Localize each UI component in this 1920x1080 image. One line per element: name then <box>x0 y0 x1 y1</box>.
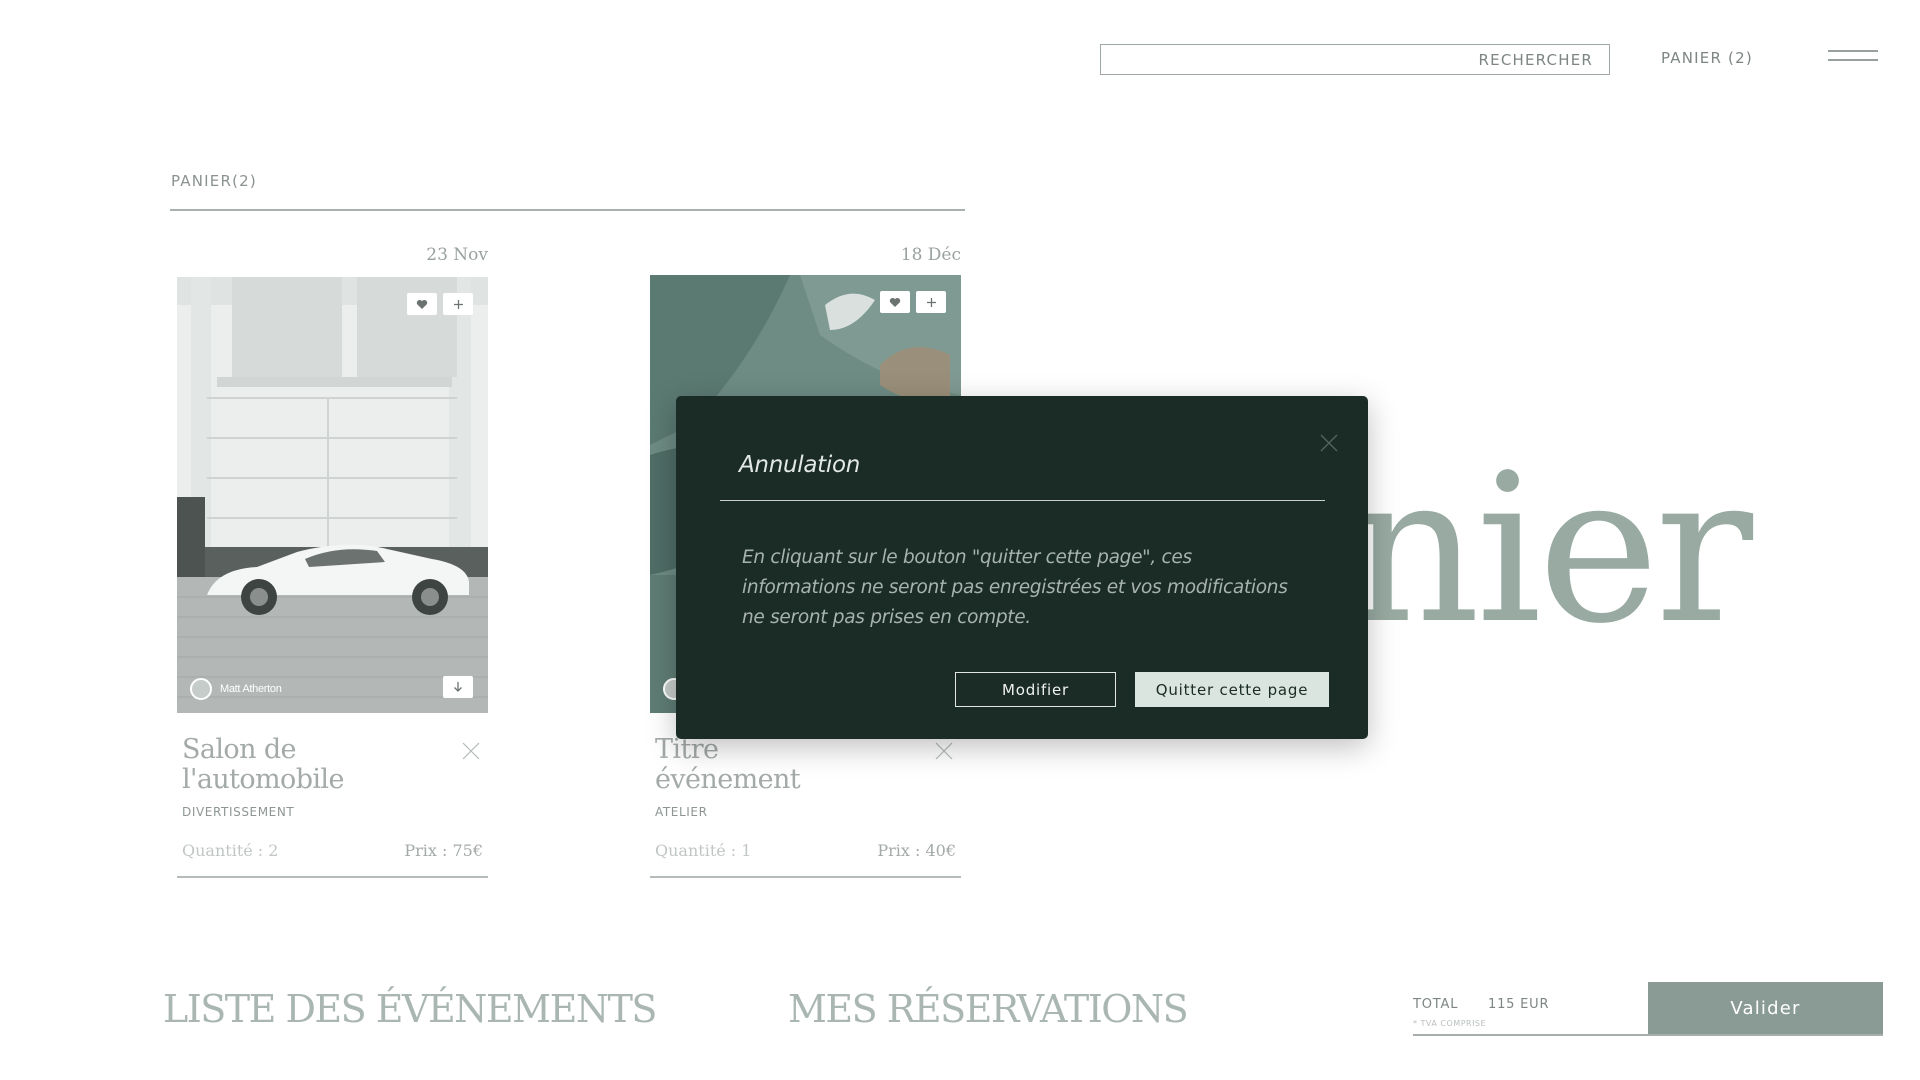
event-date: 23 Nov <box>426 245 488 265</box>
validate-button[interactable]: Valider <box>1648 982 1883 1034</box>
dialog-message: En cliquant sur le bouton "quitter cette… <box>742 547 1288 628</box>
white-sports-car-photo <box>177 277 488 713</box>
remove-item-icon[interactable] <box>935 742 953 765</box>
close-icon[interactable] <box>1320 434 1338 457</box>
event-category: DIVERTISSEMENT <box>182 805 295 819</box>
nav-events-link[interactable]: LISTE DES ÉVÉNEMENTS <box>163 987 657 1031</box>
dialog-title: Annulation <box>739 452 861 478</box>
event-price: Prix : 75€ <box>404 841 483 860</box>
image-actions <box>880 291 946 313</box>
remove-item-icon[interactable] <box>462 742 480 765</box>
modify-button[interactable]: Modifier <box>955 672 1116 707</box>
heart-icon[interactable] <box>880 291 910 313</box>
event-title-line1: Titre <box>655 734 719 765</box>
photo-credit-name: Matt Atherton <box>220 683 282 695</box>
quit-page-button[interactable]: Quitter cette page <box>1135 672 1329 707</box>
download-icon[interactable] <box>443 676 473 698</box>
event-quantity: Quantité : 1 <box>655 841 752 860</box>
dialog-divider <box>720 500 1325 501</box>
total-box: TOTAL 115 EUR * TVA COMPRISE <box>1413 982 1653 1034</box>
cancel-dialog: Annulation En cliquant sur le bouton "qu… <box>676 396 1368 739</box>
event-quantity: Quantité : 2 <box>182 841 279 860</box>
photo-credit: Matt Atherton <box>190 678 282 700</box>
tax-note: * TVA COMPRISE <box>1413 1019 1487 1028</box>
event-title-line1: Salon de <box>182 734 297 765</box>
heart-icon[interactable] <box>407 293 437 315</box>
section-divider <box>170 209 965 211</box>
cart-section-title: PANIER(2) <box>171 172 257 190</box>
plus-icon[interactable] <box>916 291 946 313</box>
nav-bookings-link[interactable]: MES RÉSERVATIONS <box>788 987 1189 1031</box>
image-actions <box>407 293 473 315</box>
event-category: ATELIER <box>655 805 708 819</box>
event-title-line2: événement <box>655 764 801 795</box>
event-date: 18 Déc <box>900 245 961 265</box>
total-value: 115 EUR <box>1488 997 1550 1012</box>
event-title-line2: l'automobile <box>182 764 344 795</box>
plus-icon[interactable] <box>443 293 473 315</box>
card-divider <box>177 876 488 878</box>
avatar <box>190 678 212 700</box>
event-image: Matt Atherton <box>177 277 488 713</box>
card-divider <box>650 876 961 878</box>
event-price: Prix : 40€ <box>877 841 956 860</box>
event-title: Titre événement <box>655 735 905 795</box>
total-label: TOTAL <box>1413 997 1459 1012</box>
total-divider <box>1413 1034 1883 1036</box>
event-title: Salon de l'automobile <box>182 735 432 795</box>
